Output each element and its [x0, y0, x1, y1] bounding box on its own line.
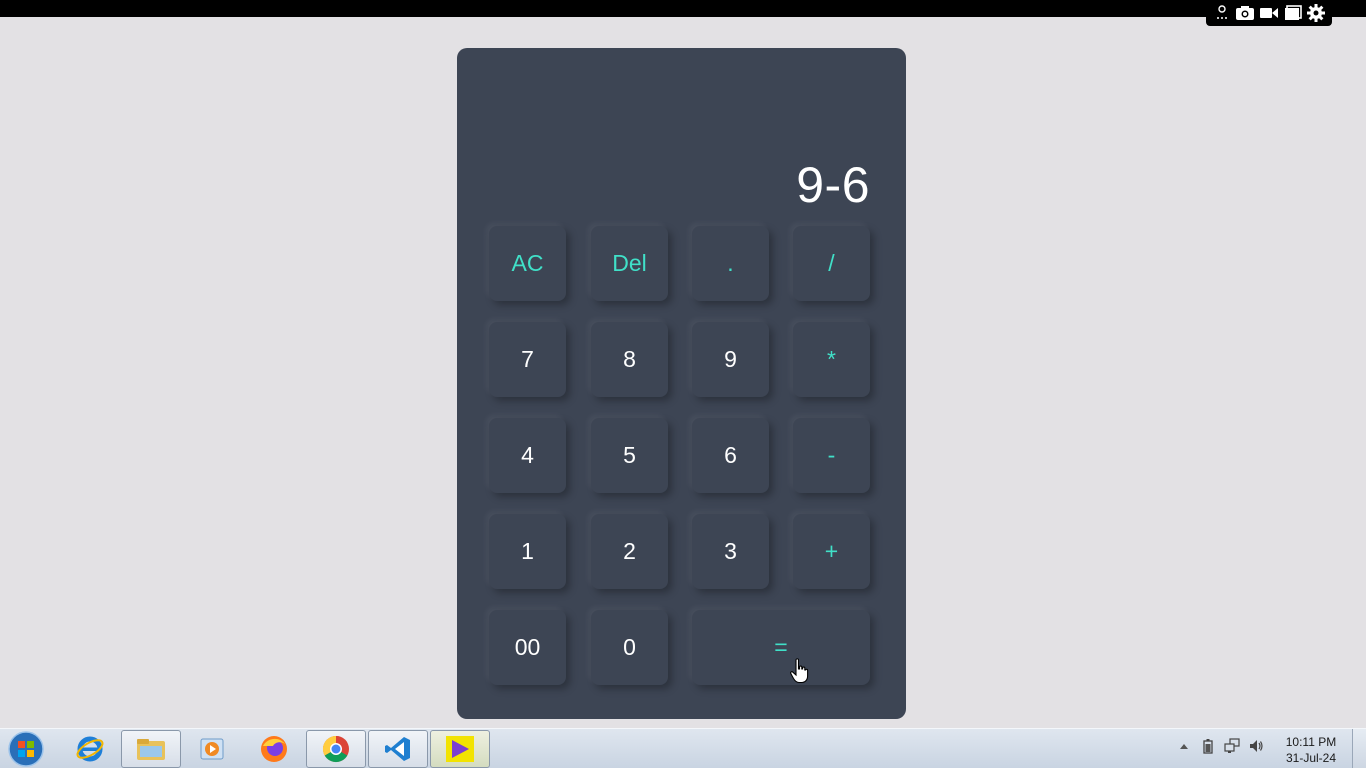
calculator: 9-6 AC Del . / 7 8 9 * 4 5 6 - 1 2 3 + 0… — [457, 48, 906, 719]
windows-start-icon[interactable] — [6, 731, 46, 767]
divide-button[interactable]: / — [793, 226, 870, 301]
firefox-icon[interactable] — [244, 730, 304, 768]
chrome-icon[interactable] — [306, 730, 366, 768]
system-clock[interactable]: 10:11 PM 31-Jul-24 — [1280, 734, 1342, 766]
digit-1-button[interactable]: 1 — [489, 514, 566, 589]
delete-button[interactable]: Del — [591, 226, 668, 301]
clock-date: 31-Jul-24 — [1285, 751, 1337, 765]
digit-2-button[interactable]: 2 — [591, 514, 668, 589]
digit-4-button[interactable]: 4 — [489, 418, 566, 493]
equals-button[interactable]: = — [692, 610, 870, 685]
plus-button[interactable]: + — [793, 514, 870, 589]
network-icon[interactable] — [1224, 738, 1240, 754]
pin-icon[interactable] — [1212, 3, 1232, 23]
show-desktop-button[interactable] — [1352, 729, 1366, 768]
decimal-button[interactable]: . — [692, 226, 769, 301]
multiply-button[interactable]: * — [793, 322, 870, 397]
digit-9-button[interactable]: 9 — [692, 322, 769, 397]
digit-6-button[interactable]: 6 — [692, 418, 769, 493]
file-explorer-icon[interactable] — [121, 730, 181, 768]
show-hidden-icons-chevron[interactable] — [1176, 738, 1192, 754]
screen-recorder-toolbar — [1206, 0, 1332, 26]
vscode-icon[interactable] — [368, 730, 428, 768]
digit-0-button[interactable]: 0 — [591, 610, 668, 685]
internet-explorer-icon[interactable] — [60, 730, 120, 768]
minus-button[interactable]: - — [793, 418, 870, 493]
media-player-icon[interactable] — [182, 730, 242, 768]
digit-8-button[interactable]: 8 — [591, 322, 668, 397]
camera-icon[interactable] — [1235, 3, 1255, 23]
gear-icon[interactable] — [1306, 3, 1326, 23]
taskbar: 10:11 PM 31-Jul-24 — [0, 728, 1366, 768]
digit-5-button[interactable]: 5 — [591, 418, 668, 493]
system-tray — [1176, 738, 1264, 754]
top-black-bar — [0, 0, 1366, 17]
double-zero-button[interactable]: 00 — [489, 610, 566, 685]
battery-icon[interactable] — [1200, 738, 1216, 754]
video-icon[interactable] — [1259, 3, 1279, 23]
window-icon[interactable] — [1283, 3, 1303, 23]
hand-cursor-icon — [789, 658, 811, 684]
clock-time: 10:11 PM — [1285, 735, 1337, 749]
digit-3-button[interactable]: 3 — [692, 514, 769, 589]
ac-button[interactable]: AC — [489, 226, 566, 301]
digit-7-button[interactable]: 7 — [489, 322, 566, 397]
volume-icon[interactable] — [1248, 738, 1264, 754]
calculator-display: 9-6 — [796, 157, 870, 213]
visual-studio-icon[interactable] — [430, 730, 490, 768]
